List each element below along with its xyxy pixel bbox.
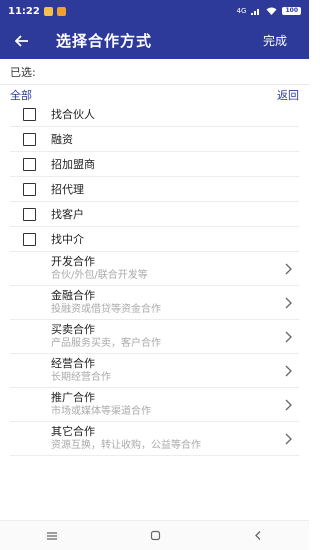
- option-label: 招代理: [51, 183, 84, 196]
- back-triangle-icon[interactable]: [253, 530, 263, 541]
- option-label: 找中介: [51, 233, 84, 246]
- app-notification-icon: [43, 6, 53, 16]
- home-icon[interactable]: [150, 530, 161, 541]
- category-subtitle: 投融资或借贷等资金合作: [51, 304, 161, 315]
- chevron-right-icon: [285, 297, 292, 309]
- category-title: 推广合作: [51, 391, 95, 404]
- category-title: 买卖合作: [51, 323, 95, 336]
- option-item[interactable]: 找中介: [10, 227, 299, 252]
- all-link[interactable]: 全部: [10, 87, 32, 103]
- return-link[interactable]: 返回: [277, 87, 299, 103]
- option-item[interactable]: 找合伙人: [10, 102, 299, 127]
- done-button[interactable]: 完成: [263, 32, 287, 49]
- category-item[interactable]: 推广合作 市场或媒体等渠道合作: [10, 388, 299, 422]
- category-subtitle: 市场或媒体等渠道合作: [51, 406, 151, 417]
- checkbox[interactable]: [23, 232, 36, 246]
- selected-summary: 已选:: [0, 59, 309, 85]
- category-subtitle: 产品服务买卖，客户合作: [51, 338, 161, 349]
- option-list: 找合伙人 融资 招加盟商 招代理 找客户 找中介 开发合作 合伙/外包/联合开发…: [0, 102, 309, 456]
- checkbox[interactable]: [23, 107, 36, 121]
- checkbox[interactable]: [23, 132, 36, 146]
- chevron-right-icon: [285, 399, 292, 411]
- signal-icon: [251, 9, 260, 15]
- option-label: 找合伙人: [51, 108, 95, 121]
- option-label: 融资: [51, 133, 73, 146]
- option-item[interactable]: 招代理: [10, 177, 299, 202]
- back-button[interactable]: [0, 22, 44, 59]
- category-title: 金融合作: [51, 289, 95, 302]
- wifi-icon: [266, 7, 277, 15]
- option-label: 招加盟商: [51, 158, 95, 171]
- chevron-right-icon: [285, 263, 292, 275]
- app-bar: 选择合作方式 完成: [0, 22, 309, 59]
- category-title: 开发合作: [51, 255, 95, 268]
- category-title: 其它合作: [51, 425, 95, 438]
- option-item[interactable]: 找客户: [10, 202, 299, 227]
- status-bar: 11:22 4G 100: [0, 0, 309, 22]
- category-item[interactable]: 买卖合作 产品服务买卖，客户合作: [10, 320, 299, 354]
- status-time: 11:22: [8, 5, 40, 17]
- option-label: 找客户: [51, 208, 84, 221]
- checkbox[interactable]: [23, 157, 36, 171]
- system-nav-bar: [0, 520, 309, 550]
- signal-text: 4G: [236, 7, 247, 15]
- category-subtitle: 长期经营合作: [51, 372, 111, 383]
- battery-icon: 100: [282, 7, 301, 15]
- selected-label: 已选:: [10, 65, 36, 79]
- category-item[interactable]: 开发合作 合伙/外包/联合开发等: [10, 252, 299, 286]
- chevron-right-icon: [285, 433, 292, 445]
- category-title: 经营合作: [51, 357, 95, 370]
- chevron-right-icon: [285, 331, 292, 343]
- option-item[interactable]: 招加盟商: [10, 152, 299, 177]
- checkbox[interactable]: [23, 207, 36, 221]
- chevron-right-icon: [285, 365, 292, 377]
- page-title: 选择合作方式: [56, 32, 153, 50]
- checkbox[interactable]: [23, 182, 36, 196]
- category-subtitle: 合伙/外包/联合开发等: [51, 270, 148, 281]
- category-item[interactable]: 金融合作 投融资或借贷等资金合作: [10, 286, 299, 320]
- category-item[interactable]: 其它合作 资源互换，转让收购，公益等合作: [10, 422, 299, 456]
- category-subtitle: 资源互换，转让收购，公益等合作: [51, 440, 201, 451]
- menu-icon[interactable]: [46, 531, 58, 541]
- category-item[interactable]: 经营合作 长期经营合作: [10, 354, 299, 388]
- app-notification-icon: [56, 6, 66, 16]
- option-item[interactable]: 融资: [10, 127, 299, 152]
- arrow-left-icon: [15, 34, 28, 47]
